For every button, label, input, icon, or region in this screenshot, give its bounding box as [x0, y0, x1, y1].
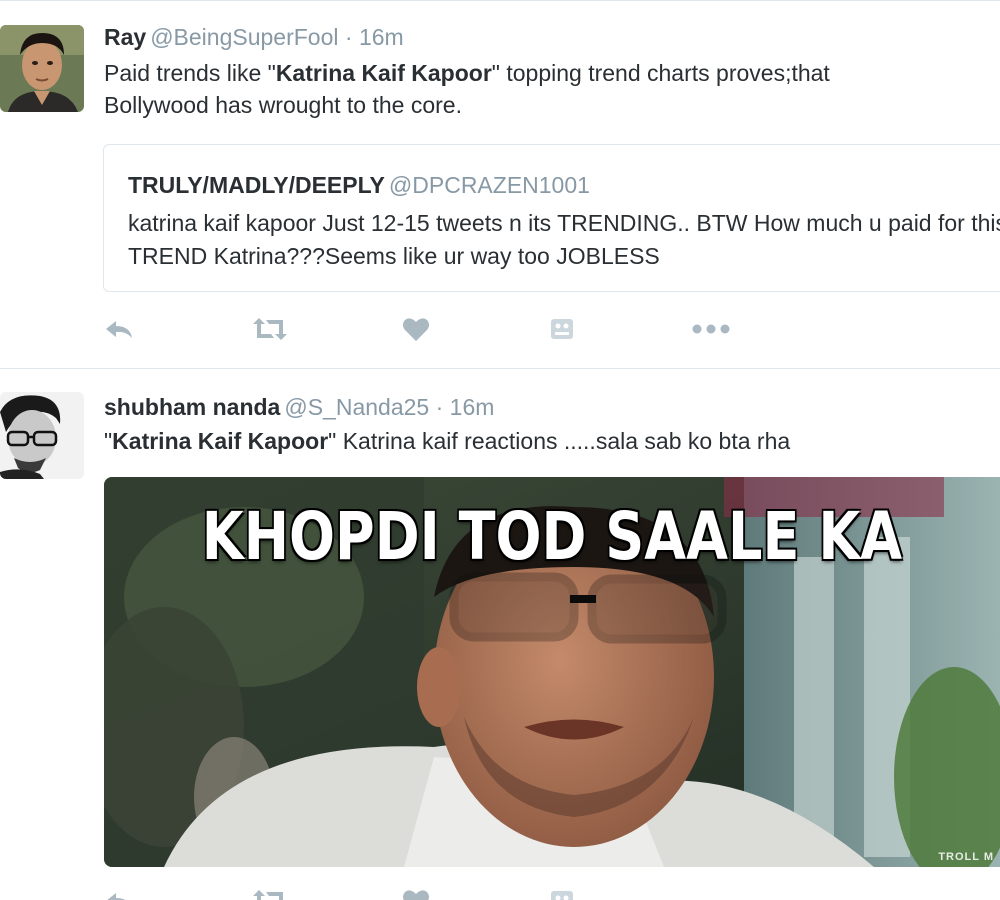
tweet-text-suffix: " Katrina kaif reactions .....sala sab k… [328, 428, 791, 454]
tweet-text-prefix: Paid trends like " [104, 60, 276, 86]
tweet-header: shubham nanda @S_Nanda25 · 16m [104, 393, 494, 421]
reply-icon[interactable] [104, 886, 136, 900]
quoted-tweet[interactable]: TRULY/MADLY/DEEPLY @DPCRAZEN1001 katrina … [103, 144, 1000, 292]
retweet-icon[interactable] [251, 886, 289, 900]
separator-dot: · [344, 24, 353, 50]
tweet-text-prefix: " [104, 428, 113, 454]
tweet[interactable]: shubham nanda @S_Nanda25 · 16m "Katrina K… [0, 368, 1000, 900]
tweet-actions [104, 314, 744, 344]
moments-icon[interactable] [550, 314, 574, 344]
meme-caption: KHOPDI TOD SAALE KA [201, 498, 903, 575]
tweet-actions [104, 886, 744, 900]
quoted-tweet-text: katrina kaif kapoor Just 12-15 tweets n … [128, 210, 1000, 269]
tweet-text-bold: Katrina Kaif Kapoor [275, 60, 492, 86]
tweet[interactable]: Ray @BeingSuperFool · 16m Paid trends lik… [0, 0, 1000, 369]
tweet-text-bold: Katrina Kaif Kapoor [112, 428, 329, 454]
timestamp[interactable]: 16m [359, 24, 404, 50]
author-name[interactable]: Ray [104, 24, 146, 50]
avatar[interactable] [0, 392, 84, 479]
author-handle[interactable]: @S_Nanda25 [284, 394, 429, 420]
watermark: TROLL M [938, 851, 994, 863]
tweet-text: Paid trends like "Katrina Kaif Kapoor" t… [104, 57, 830, 121]
timeline-feed: Ray @BeingSuperFool · 16m Paid trends lik… [0, 0, 1000, 900]
meme-image[interactable]: KHOPDI TOD SAALE KA TROLL M [104, 477, 1000, 867]
like-icon[interactable] [402, 314, 430, 344]
quoted-author-name[interactable]: TRULY/MADLY/DEEPLY [128, 172, 385, 198]
tweet-text: "Katrina Kaif Kapoor" Katrina kaif react… [104, 425, 790, 457]
quoted-author-handle[interactable]: @DPCRAZEN1001 [389, 172, 590, 198]
tweet-text-suffix: " topping trend charts proves;that [491, 60, 830, 86]
tweet-header: Ray @BeingSuperFool · 16m [104, 23, 404, 51]
more-icon[interactable] [692, 314, 730, 344]
reply-icon[interactable] [104, 314, 136, 344]
author-name[interactable]: shubham nanda [104, 394, 280, 420]
avatar[interactable] [0, 25, 84, 112]
moments-icon[interactable] [550, 886, 574, 900]
retweet-icon[interactable] [251, 314, 289, 344]
quoted-tweet-header: TRULY/MADLY/DEEPLY @DPCRAZEN1001 [128, 171, 590, 199]
like-icon[interactable] [402, 886, 430, 900]
author-handle[interactable]: @BeingSuperFool [150, 24, 338, 50]
timestamp[interactable]: 16m [450, 394, 495, 420]
tweet-text-line2: Bollywood has wrought to the core. [104, 92, 462, 118]
separator-dot: · [435, 394, 444, 420]
